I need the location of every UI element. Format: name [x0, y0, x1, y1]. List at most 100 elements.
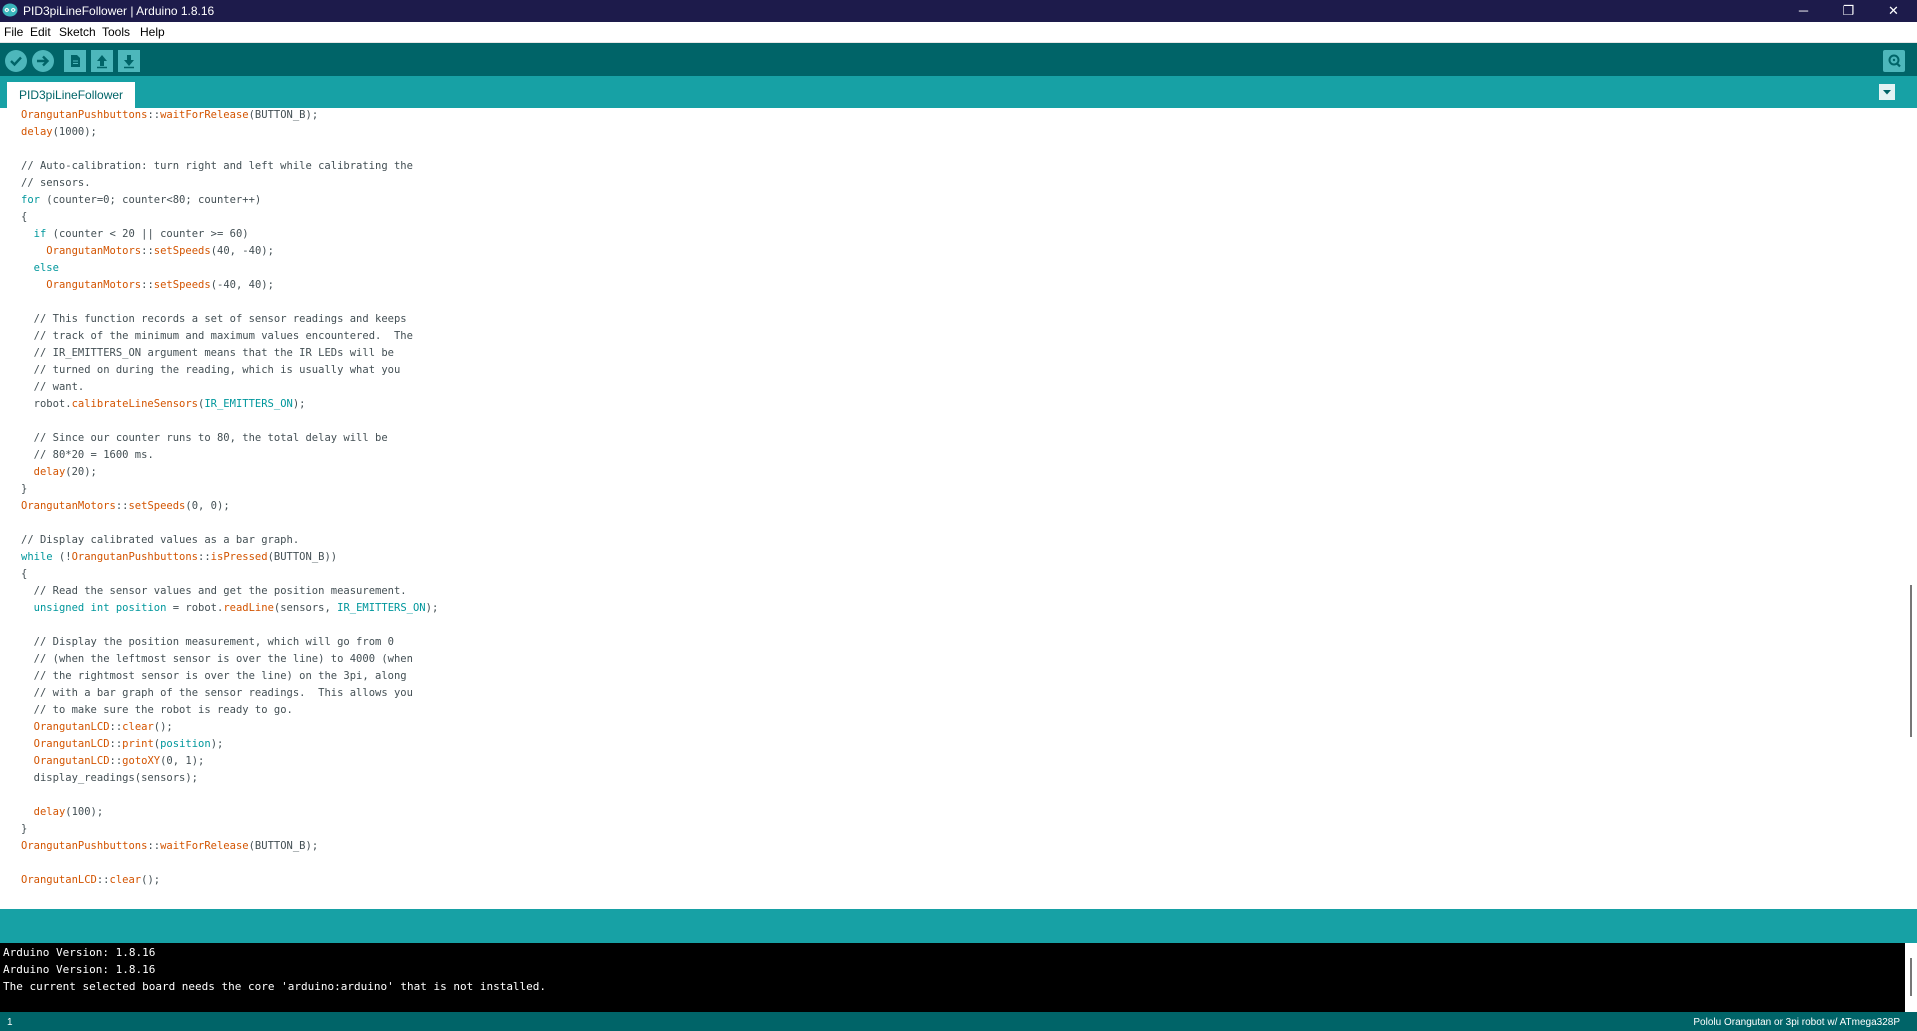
code-token: // track of the minimum and maximum valu…	[33, 330, 413, 342]
code-line: OrangutanPushbuttons::waitForRelease(BUT…	[21, 108, 318, 124]
chevron-down-icon	[1883, 90, 1891, 95]
code-token: // with a bar graph of the sensor readin…	[33, 687, 413, 699]
save-button[interactable]	[118, 50, 140, 72]
code-token: // Display calibrated values as a bar gr…	[21, 534, 300, 546]
console-line: The current selected board needs the cor…	[3, 980, 547, 993]
code-token: else	[33, 262, 59, 274]
code-token: ();	[153, 721, 173, 733]
editor-scrollbar-thumb[interactable]	[1910, 585, 1912, 737]
code-token: // the rightmost sensor is over the line…	[33, 670, 407, 682]
upload-button[interactable]	[32, 50, 54, 72]
code-token: robot.	[21, 398, 72, 410]
verify-icon	[10, 56, 22, 67]
code-token: // Read the sensor values and get the po…	[33, 585, 407, 597]
code-line: // Display calibrated values as a bar gr…	[21, 532, 299, 549]
code-token: (20);	[65, 466, 97, 478]
open-icon	[97, 55, 107, 69]
code-token: OrangutanLCD	[21, 874, 97, 886]
code-token: {	[21, 211, 28, 223]
code-token: waitForRelease	[160, 840, 249, 852]
code-token: // (when the leftmost sensor is over the…	[33, 653, 413, 665]
code-token: clear	[109, 874, 142, 886]
code-editor[interactable]: OrangutanPushbuttons::waitForRelease(BUT…	[0, 108, 1905, 909]
console-scrollbar-thumb[interactable]	[1910, 958, 1912, 996]
code-token: = robot.	[166, 602, 224, 614]
code-line: // to make sure the robot is ready to go…	[21, 702, 293, 719]
status-bar: 1 Pololu Orangutan or 3pi robot w/ ATmeg…	[0, 1012, 1917, 1031]
code-token: (1000);	[52, 126, 97, 138]
code-line: }	[21, 821, 27, 838]
console-output: Arduino Version: 1.8.16 Arduino Version:…	[0, 943, 1905, 1012]
code-token: ::	[115, 500, 129, 512]
tab-menu-button[interactable]	[1879, 84, 1895, 100]
console-scrollbar[interactable]	[1905, 943, 1917, 1012]
code-token: );	[292, 398, 306, 410]
code-token: ::	[109, 721, 123, 733]
code-line: for (counter=0; counter<80; counter++)	[21, 192, 261, 209]
code-line: while (!OrangutanPushbuttons::isPressed(…	[21, 549, 337, 566]
serial-monitor-button[interactable]	[1883, 50, 1905, 72]
console-line: Arduino Version: 1.8.16	[3, 946, 156, 959]
code-token: ::	[141, 279, 154, 291]
code-token: );	[210, 738, 224, 750]
code-line: delay(20);	[21, 464, 97, 481]
code-token: setSpeeds	[153, 279, 211, 291]
tab-bar: PID3piLineFollower	[0, 76, 1917, 108]
console-divider[interactable]	[0, 909, 1917, 943]
menu-sketch[interactable]: Sketch	[59, 25, 96, 39]
code-line: display_readings(sensors);	[21, 770, 198, 787]
code-line: // the rightmost sensor is over the line…	[21, 668, 407, 685]
open-button[interactable]	[91, 50, 113, 72]
new-button[interactable]	[64, 50, 86, 72]
code-token: (BUTTON_B);	[248, 109, 319, 121]
code-token: // 80*20 = 1600 ms.	[33, 449, 154, 461]
code-line: // (when the leftmost sensor is over the…	[21, 651, 413, 668]
editor-scrollbar[interactable]	[1905, 108, 1917, 909]
code-token: // want.	[33, 381, 85, 393]
code-line: OrangutanMotors::setSpeeds(0, 0);	[21, 498, 230, 515]
code-token: while	[21, 551, 53, 563]
code-token: (counter < 20 || counter >= 60)	[46, 228, 249, 240]
menu-help[interactable]: Help	[140, 25, 165, 39]
code-token: (BUTTON_B);	[248, 840, 319, 852]
code-token: (counter=0; counter<80; counter++)	[39, 194, 262, 206]
toolbar	[0, 43, 1917, 76]
new-icon	[71, 55, 80, 67]
code-token: OrangutanPushbuttons	[71, 551, 199, 563]
code-line: OrangutanLCD::clear();	[21, 719, 173, 736]
menu-edit[interactable]: Edit	[30, 25, 51, 39]
maximize-button[interactable]: ❐	[1826, 0, 1871, 22]
code-line: // want.	[21, 379, 85, 396]
code-token: OrangutanPushbuttons	[21, 109, 148, 121]
code-token: // Since our counter runs to 80, the tot…	[33, 432, 388, 444]
verify-button[interactable]	[5, 50, 27, 72]
menu-tools[interactable]: Tools	[102, 25, 130, 39]
menu-file[interactable]: File	[4, 25, 23, 39]
code-token: (!	[52, 551, 72, 563]
code-token: ::	[109, 755, 123, 767]
serial-monitor-icon	[1888, 54, 1901, 68]
code-line: OrangutanLCD::gotoXY(0, 1);	[21, 753, 205, 770]
code-line: OrangutanLCD::print(position);	[21, 736, 224, 753]
minimize-button[interactable]: ─	[1781, 0, 1826, 22]
code-token: ::	[141, 245, 154, 257]
code-token: (BUTTON_B))	[267, 551, 338, 563]
code-token: (0, 0);	[185, 500, 230, 512]
code-line: // turned on during the reading, which i…	[21, 362, 401, 379]
close-button[interactable]: ✕	[1871, 0, 1916, 22]
code-token: waitForRelease	[160, 109, 249, 121]
tab-pid3pilinefollower[interactable]: PID3piLineFollower	[7, 82, 136, 108]
